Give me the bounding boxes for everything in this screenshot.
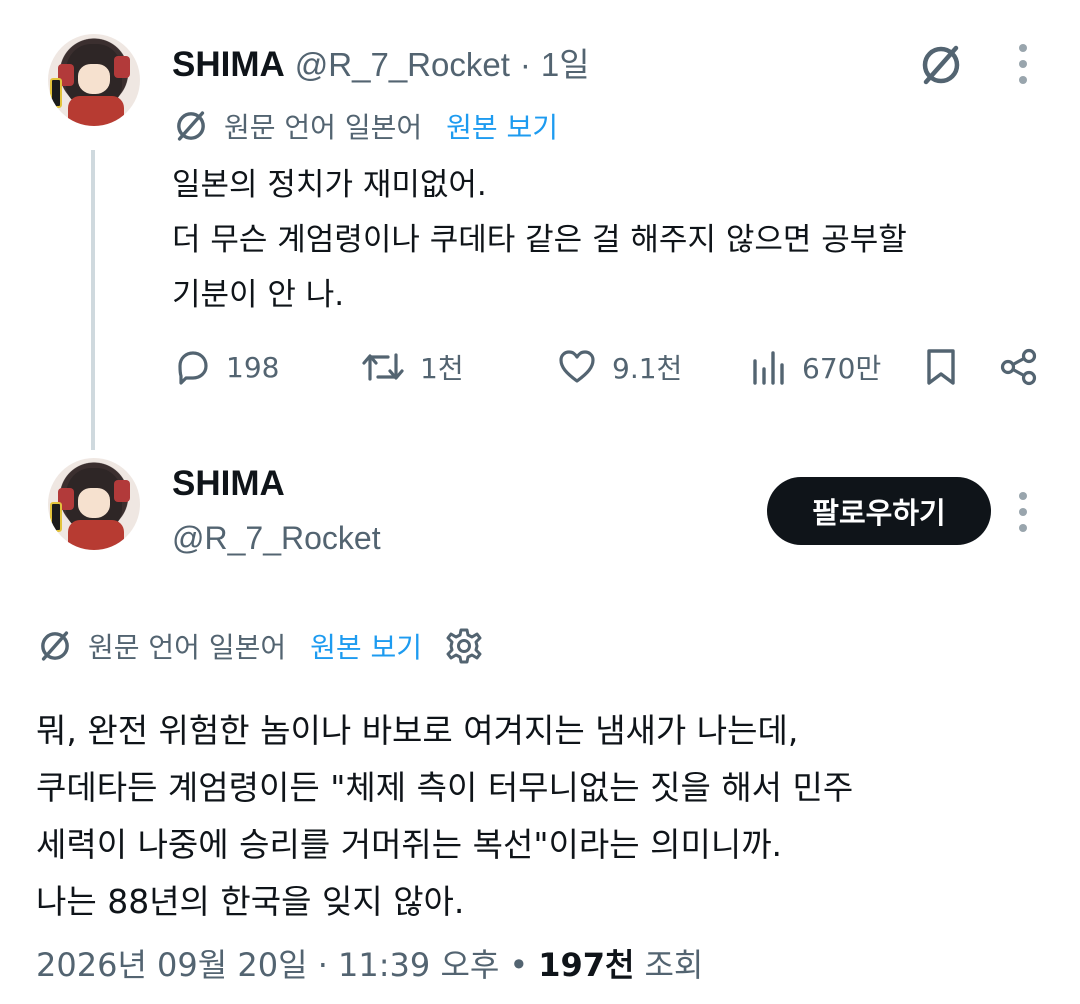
tweet-text-line: 나는 88년의 한국을 잊지 않아. <box>36 882 465 921</box>
heart-icon <box>556 347 598 387</box>
more-dots-icon[interactable] <box>1017 44 1029 84</box>
retweet-icon <box>360 347 406 387</box>
view-count: 197천 <box>538 946 635 984</box>
tweet-text-line: 세력이 나중에 승리를 거머쥐는 복선"이라는 의미니까. <box>36 825 783 864</box>
tweet-text-line: 뭐, 완전 위험한 놈이나 바보로 여겨지는 냄새가 나는데, <box>36 711 799 750</box>
tweet-text: 일본의 정치가 재미없어. 더 무슨 계엄령이나 쿠데타 같은 걸 해주지 않으… <box>172 158 907 323</box>
translate-icon[interactable] <box>916 40 966 90</box>
views-label: 조회 <box>644 946 704 984</box>
action-bar: 198 1천 9.1천 670만 <box>172 340 1052 394</box>
tweet-text-line: 기분이 안 나. <box>172 277 345 313</box>
thread-line <box>91 150 95 450</box>
tweet-text-line: 더 무슨 계엄령이나 쿠데타 같은 걸 해주지 않으면 공부할 <box>172 222 907 258</box>
like-count: 9.1천 <box>612 352 683 385</box>
views-button[interactable]: 670만 <box>750 340 881 394</box>
share-button[interactable] <box>998 340 1040 394</box>
tweet-header: SHIMA @R_7_Rocket · 1일 <box>172 38 590 86</box>
gear-icon[interactable] <box>444 626 484 666</box>
translation-label: 원문 언어 일본어 <box>224 111 423 144</box>
bullet: • <box>509 946 529 984</box>
tweet-meta: 2026년 09월 20일 · 11:39 오후 • 197천 조회 <box>36 940 703 986</box>
reply-icon <box>172 347 212 387</box>
bookmark-icon <box>922 346 960 388</box>
display-name[interactable]: SHIMA <box>172 45 285 85</box>
follow-button[interactable]: 팔로우하기 <box>767 477 991 545</box>
translate-icon <box>36 627 74 665</box>
translation-notice: 원문 언어 일본어 원본 보기 <box>172 106 558 146</box>
retweet-count: 1천 <box>420 352 464 385</box>
separator-dot: · <box>519 46 531 83</box>
view-original-link[interactable]: 원본 보기 <box>310 626 422 666</box>
share-icon <box>998 346 1040 388</box>
tweet-text: 뭐, 완전 위험한 놈이나 바보로 여겨지는 냄새가 나는데, 쿠데타든 계엄령… <box>36 702 853 930</box>
user-handle[interactable]: @R_7_Rocket <box>295 46 510 84</box>
translate-icon <box>172 107 210 145</box>
tweet-text-line: 쿠데타든 계엄령이든 "체제 측이 터무니없는 짓을 해서 민주 <box>36 768 854 807</box>
view-count: 670만 <box>802 352 882 385</box>
retweet-button[interactable]: 1천 <box>360 340 464 394</box>
more-dots-icon[interactable] <box>1017 492 1029 532</box>
view-original-link[interactable]: 원본 보기 <box>446 106 558 146</box>
avatar[interactable] <box>48 458 140 550</box>
reply-count: 198 <box>226 350 280 384</box>
reply-button[interactable]: 198 <box>172 340 279 394</box>
translation-label: 원문 언어 일본어 <box>88 631 287 664</box>
views-bar-icon <box>750 347 788 387</box>
tweet-text-line: 일본의 정치가 재미없어. <box>172 167 487 203</box>
tweet-time[interactable]: 1일 <box>541 38 590 86</box>
display-name[interactable]: SHIMA <box>172 464 285 504</box>
user-handle[interactable]: @R_7_Rocket <box>172 520 381 557</box>
translation-notice: 원문 언어 일본어 원본 보기 <box>36 626 484 666</box>
bookmark-button[interactable] <box>922 340 960 394</box>
tweet-datetime[interactable]: 2026년 09월 20일 · 11:39 오후 <box>36 940 499 986</box>
like-button[interactable]: 9.1천 <box>556 340 682 394</box>
avatar[interactable] <box>48 34 140 126</box>
